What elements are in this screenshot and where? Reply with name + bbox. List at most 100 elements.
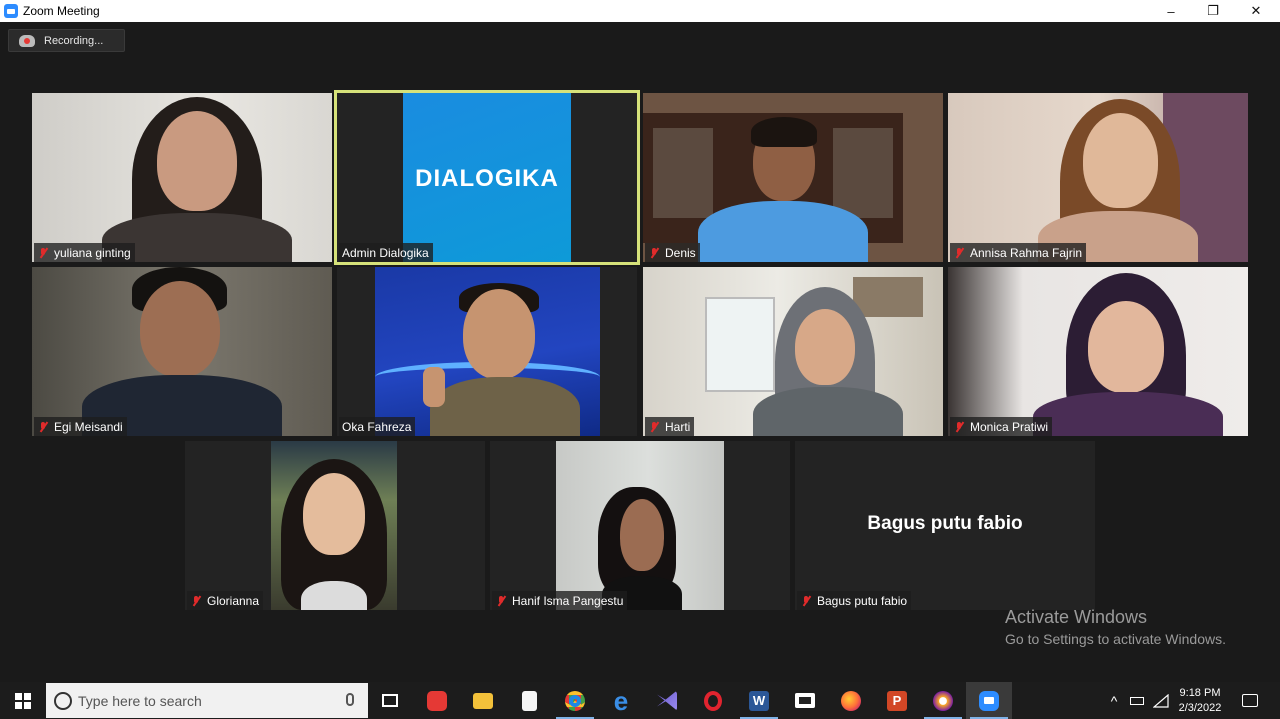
zoom-icon <box>979 690 999 711</box>
taskbar-app-visual-studio[interactable] <box>644 682 690 719</box>
clock-date: 2/3/2022 <box>1178 702 1222 714</box>
bowtie-icon <box>657 690 677 711</box>
participant-nameplate: Bagus putu fabio <box>797 591 912 610</box>
taskbar-app-camera[interactable] <box>782 682 828 719</box>
video-tile[interactable]: Oka Fahreza <box>337 267 637 436</box>
participant-video <box>948 93 1248 262</box>
taskbar-app-firefox[interactable] <box>828 682 874 719</box>
search-placeholder: Type here to search <box>78 692 202 709</box>
cloud-recording-icon <box>19 34 35 47</box>
taskbar-clock[interactable]: 9:18 PM 2/3/2022 <box>1172 686 1228 716</box>
participant-nameplate: Monica Pratiwi <box>950 417 1053 436</box>
notification-icon <box>1242 694 1258 707</box>
taskbar-search-box[interactable]: Type here to search <box>46 683 368 718</box>
participant-video <box>643 93 943 262</box>
video-tile-active-speaker[interactable]: DIALOGIKA Admin Dialogika <box>334 90 640 265</box>
participant-name: Annisa Rahma Fajrin <box>970 245 1083 260</box>
window-title: Zoom Meeting <box>23 4 100 18</box>
dialogika-logo: DIALOGIKA <box>415 165 559 192</box>
video-tile-video-off[interactable]: Bagus putu fabio Bagus putu fabio <box>795 441 1095 610</box>
participant-name: yuliana ginting <box>54 245 131 260</box>
edge-icon: e <box>613 685 629 716</box>
taskbar-app-word[interactable]: W <box>736 682 782 719</box>
browser-icon <box>933 690 953 711</box>
title-bar: Zoom Meeting – ❐ ✕ <box>0 0 1280 22</box>
participant-name: Egi Meisandi <box>54 419 123 434</box>
participant-name: Bagus putu fabio <box>817 593 908 608</box>
participant-nameplate: Oka Fahreza <box>339 417 416 436</box>
participant-name: Oka Fahreza <box>342 419 412 434</box>
participant-name: Admin Dialogika <box>342 245 429 260</box>
muted-mic-icon <box>190 595 202 607</box>
chrome-icon <box>565 690 585 711</box>
participant-name: Monica Pratiwi <box>970 419 1049 434</box>
participant-video: DIALOGIKA <box>403 93 571 262</box>
participant-name: Glorianna <box>207 593 260 608</box>
participant-video <box>271 441 397 610</box>
participant-name: Denis <box>665 245 696 260</box>
word-icon: W <box>749 690 769 711</box>
recording-indicator[interactable]: Recording... <box>8 29 125 52</box>
watermark-title: Activate Windows <box>1005 607 1148 627</box>
muted-mic-icon <box>495 595 507 607</box>
taskbar-app-powerpoint[interactable]: P <box>874 682 920 719</box>
video-tile[interactable]: Annisa Rahma Fajrin <box>948 93 1248 262</box>
video-tile[interactable]: Hanif Isma Pangestu <box>490 441 790 610</box>
battery-icon[interactable] <box>1126 682 1148 719</box>
taskbar-app-screen-recorder[interactable] <box>414 682 460 719</box>
close-button[interactable]: ✕ <box>1235 0 1277 22</box>
taskbar-app-file-explorer[interactable] <box>460 682 506 719</box>
muted-mic-icon <box>953 421 965 433</box>
participant-nameplate: Harti <box>645 417 695 436</box>
participant-video <box>375 267 600 436</box>
video-tile[interactable]: Harti <box>643 267 943 436</box>
taskbar-app-chrome[interactable] <box>552 682 598 719</box>
taskbar-app-notepad[interactable] <box>506 682 552 719</box>
windows-taskbar: Type here to search e W P ^ 9:18 PM 2/3/… <box>0 682 1280 719</box>
start-button[interactable] <box>0 682 46 719</box>
video-tile[interactable]: Denis <box>643 93 943 262</box>
participant-video <box>948 267 1248 436</box>
recorder-app-icon <box>427 690 447 711</box>
participant-nameplate: yuliana ginting <box>34 243 135 262</box>
video-tile[interactable]: Egi Meisandi <box>32 267 332 436</box>
participant-nameplate: Annisa Rahma Fajrin <box>950 243 1087 262</box>
microphone-icon[interactable] <box>346 693 354 706</box>
participant-display-name: Bagus putu fabio <box>867 513 1023 534</box>
task-view-icon <box>382 694 398 707</box>
muted-mic-icon <box>37 247 49 259</box>
video-tile[interactable]: Glorianna <box>185 441 485 610</box>
clock-time: 9:18 PM <box>1179 687 1221 699</box>
participant-video <box>32 93 332 262</box>
muted-mic-icon <box>953 247 965 259</box>
taskbar-app-browser[interactable] <box>920 682 966 719</box>
recording-label: Recording... <box>44 34 104 47</box>
powerpoint-icon: P <box>887 690 907 711</box>
meeting-gallery-view: Recording... yuliana ginting DIALOGIKA A… <box>0 22 1280 682</box>
wifi-icon[interactable] <box>1150 682 1172 719</box>
video-tile[interactable]: Monica Pratiwi <box>948 267 1248 436</box>
participant-nameplate: Glorianna <box>187 591 264 610</box>
opera-icon <box>704 690 722 711</box>
show-hidden-icons-button[interactable]: ^ <box>1104 682 1124 719</box>
video-tile[interactable]: yuliana ginting <box>32 93 332 262</box>
firefox-icon <box>841 690 861 711</box>
taskbar-app-opera[interactable] <box>690 682 736 719</box>
folder-icon <box>473 692 493 709</box>
taskbar-app-edge[interactable]: e <box>598 682 644 719</box>
participant-nameplate: Hanif Isma Pangestu <box>492 591 628 610</box>
task-view-button[interactable] <box>368 682 412 719</box>
minimize-button[interactable]: – <box>1150 0 1192 22</box>
cortana-icon <box>54 691 72 710</box>
action-center-button[interactable] <box>1236 682 1264 719</box>
taskbar-app-zoom[interactable] <box>966 682 1012 719</box>
participant-video <box>32 267 332 436</box>
participant-nameplate: Denis <box>645 243 700 262</box>
muted-mic-icon <box>648 247 660 259</box>
camera-icon <box>795 693 815 708</box>
participant-video <box>556 441 724 610</box>
participant-video <box>643 267 943 436</box>
muted-mic-icon <box>648 421 660 433</box>
restore-button[interactable]: ❐ <box>1192 0 1234 22</box>
participant-nameplate: Egi Meisandi <box>34 417 127 436</box>
